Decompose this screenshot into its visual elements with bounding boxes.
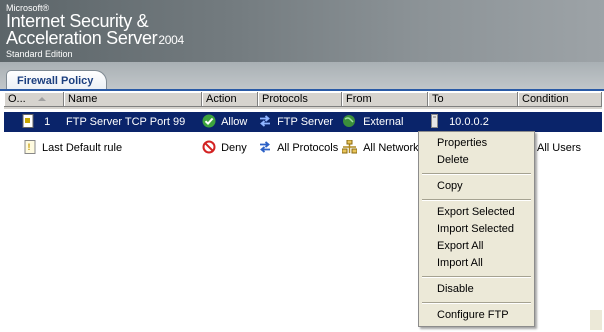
scrollbar-corner [590,310,602,330]
column-header-from[interactable]: From [342,92,428,107]
menu-item-import-selected[interactable]: Import Selected [419,221,534,238]
menu-item-export-all[interactable]: Export All [419,238,534,255]
product-logo: Microsoft® Internet Security & Accelerat… [6,4,184,60]
column-header-bar: O... Name Action Protocols From To Condi… [4,92,602,109]
rule-name: Last Default rule [42,142,123,154]
menu-item-configure-ftp[interactable]: Configure FTP [419,307,534,324]
rule-to: 10.0.0.2 [449,116,489,128]
column-header-to[interactable]: To [428,92,518,107]
rule-protocols: All Protocols [277,142,339,154]
product-title-line2: Acceleration Server [6,28,158,48]
rule-document-icon [22,114,34,129]
all-networks-icon [342,140,357,154]
tab-label: Firewall Policy [17,75,94,87]
menu-item-export-selected[interactable]: Export Selected [419,204,534,221]
rule-from: All Networks [363,142,420,154]
column-header-order[interactable]: O... [4,92,64,107]
product-year: 2004 [158,33,184,47]
rule-order: 1 [44,116,51,128]
menu-separator [422,199,531,201]
rule-action: Deny [221,142,247,154]
external-network-globe-icon [343,115,355,128]
menu-separator [422,173,531,175]
rule-from: External [363,116,404,128]
sort-ascending-icon [38,97,46,101]
rule-action: Allow [221,116,248,128]
tab-firewall-policy[interactable]: Firewall Policy [6,70,107,91]
column-header-action[interactable]: Action [202,92,258,107]
menu-item-delete[interactable]: Delete [419,152,534,169]
menu-item-properties[interactable]: Properties [419,135,534,152]
protocol-arrows-icon [260,115,270,127]
deny-icon [202,140,216,154]
column-header-name[interactable]: Name [64,92,202,107]
computer-server-icon [431,114,438,129]
menu-item-copy[interactable]: Copy [419,178,534,195]
column-header-protocols[interactable]: Protocols [258,92,342,107]
allow-check-icon [202,114,216,128]
rule-condition: All Users [537,142,582,154]
context-menu: Properties Delete Copy Export Selected I… [418,131,535,327]
default-rule-document-icon: ! [24,140,36,155]
menu-separator [422,302,531,304]
tab-underline [0,89,604,91]
menu-item-import-all[interactable]: Import All [419,255,534,272]
svg-text:!: ! [28,142,31,152]
rule-name: FTP Server TCP Port 99 [66,116,186,128]
menu-separator [422,276,531,278]
column-header-condition[interactable]: Condition [518,92,602,107]
table-row[interactable]: 1 FTP Server TCP Port 99 Allow FTP Serve… [4,112,602,132]
menu-item-disable[interactable]: Disable [419,281,534,298]
protocol-arrows-icon [260,141,270,153]
rule-protocols: FTP Server [277,116,334,128]
product-edition: Standard Edition [6,49,73,59]
product-banner: Microsoft® Internet Security & Accelerat… [0,0,604,62]
